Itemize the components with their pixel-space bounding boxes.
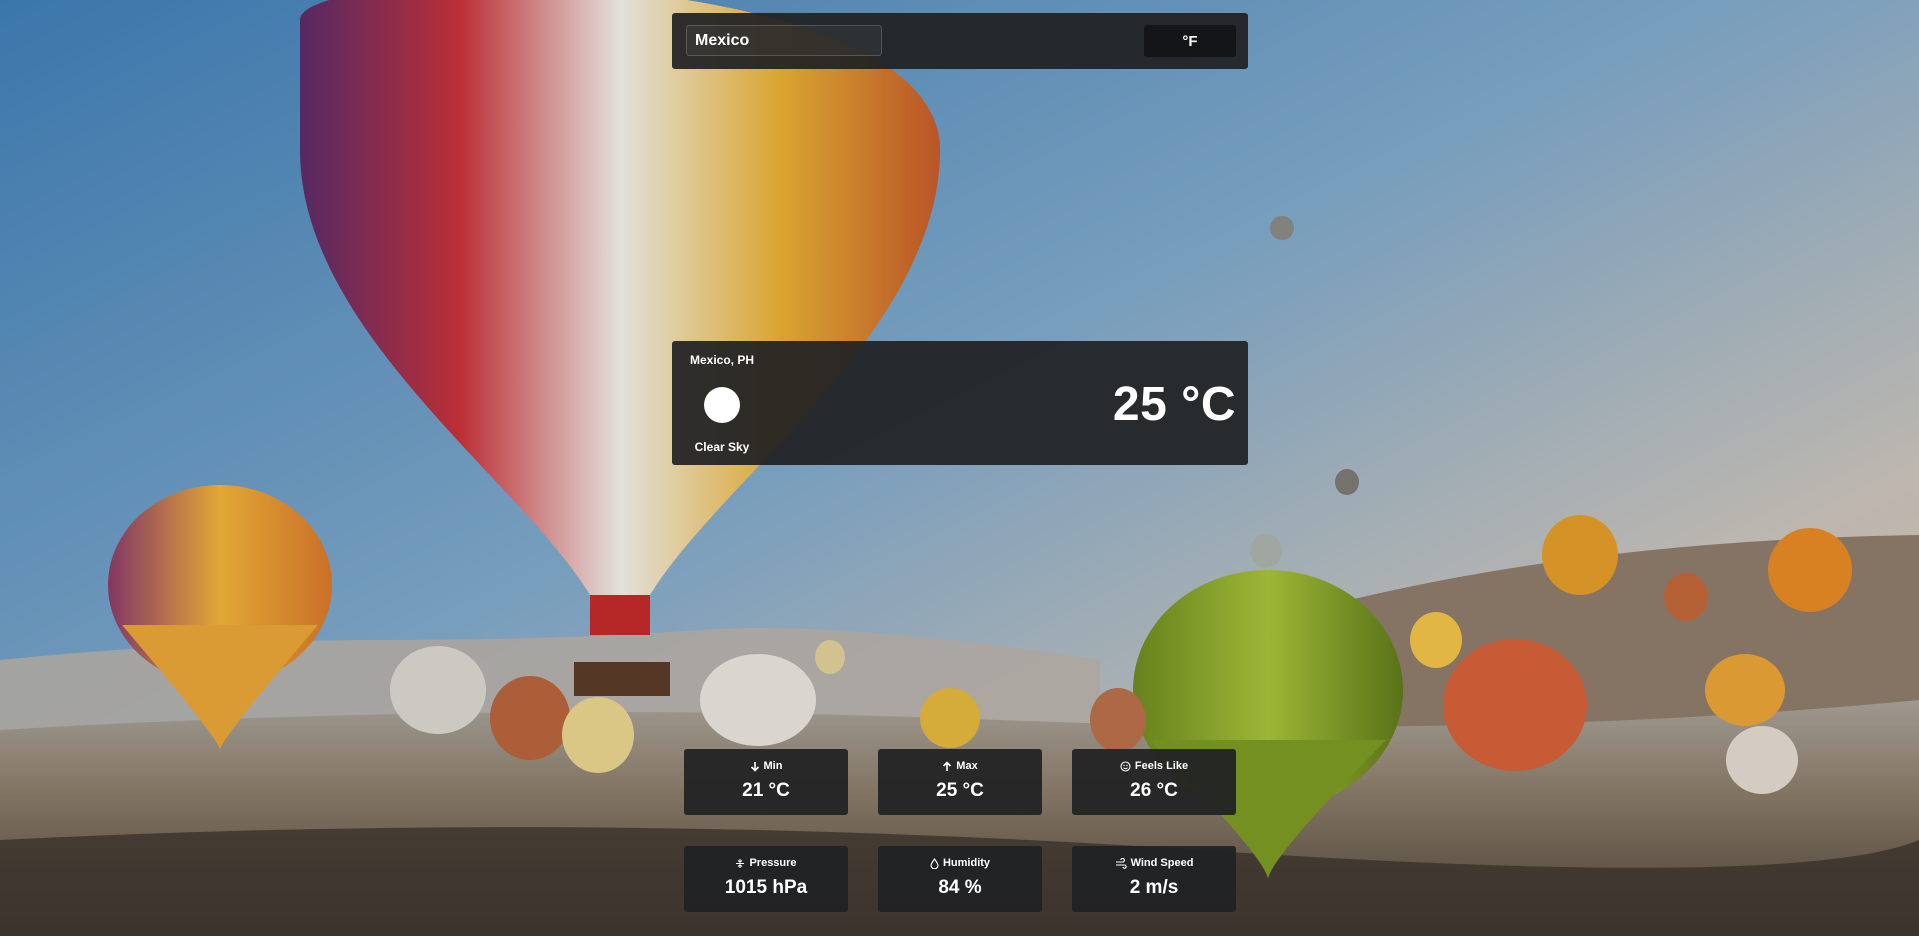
sun-icon [704,387,740,423]
droplet-icon [930,857,939,869]
feels-like-label: Feels Like [1134,760,1189,772]
pressure-label: Pressure [749,857,797,869]
pressure-tile: Pressure 1015 hPa [684,846,848,912]
min-temp-tile: Min 21 °C [684,749,848,815]
search-bar: °F [672,13,1248,69]
wind-speed-label: Wind Speed [1130,857,1194,869]
feels-like-value: 26 °C [1130,780,1178,801]
humidity-value: 84 % [938,877,982,898]
feels-like-tile: Feels Like 26 °C [1072,749,1236,815]
smile-icon [1120,760,1131,772]
humidity-tile: Humidity 84 % [878,846,1042,912]
wind-speed-value: 2 m/s [1129,877,1179,898]
wind-speed-tile: Wind Speed 2 m/s [1072,846,1236,912]
pressure-value: 1015 hPa [724,877,808,898]
wind-icon [1115,857,1127,869]
city-search-input[interactable] [686,25,882,56]
weather-condition: Clear Sky [694,440,750,454]
pressure-icon [736,858,745,868]
location-label: Mexico, PH [690,353,755,367]
max-temp-value: 25 °C [936,780,984,801]
max-temp-tile: Max 25 °C [878,749,1042,815]
arrow-down-icon [750,761,759,772]
max-temp-label: Max [956,760,978,772]
current-weather-card: Mexico, PH Clear Sky 25 °C [672,341,1248,465]
min-temp-value: 21 °C [742,780,790,801]
humidity-label: Humidity [942,857,991,869]
current-temperature: 25 °C [1112,378,1236,431]
min-temp-label: Min [763,760,783,772]
arrow-up-icon [943,760,952,771]
unit-toggle-button[interactable]: °F [1144,25,1236,57]
